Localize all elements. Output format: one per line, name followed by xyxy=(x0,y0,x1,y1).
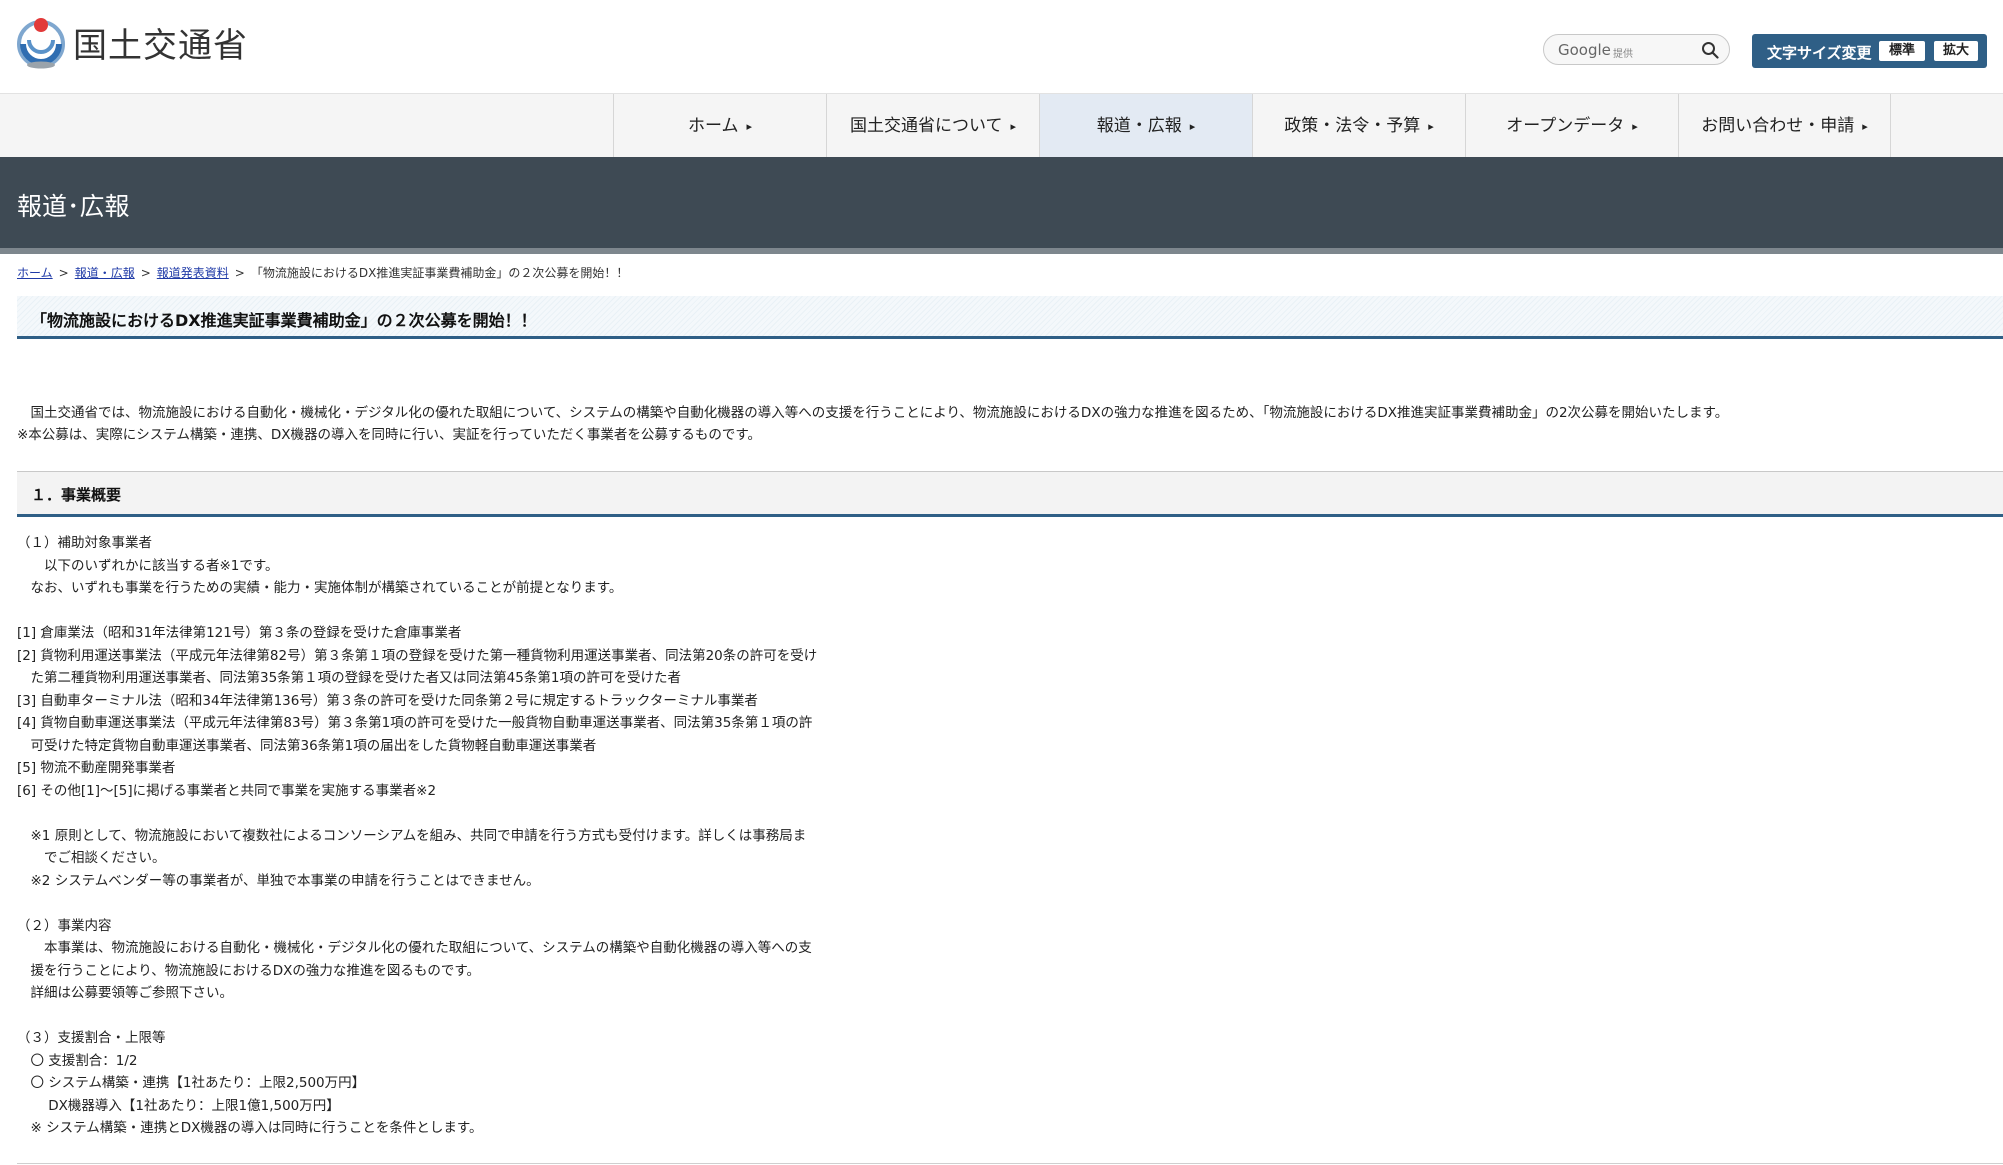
triangle-right-icon: ▸ xyxy=(1189,120,1196,133)
site-logo[interactable]: 国土交通省 xyxy=(17,14,248,70)
triangle-right-icon: ▸ xyxy=(1632,120,1638,133)
global-nav: ホーム ▸ 国土交通省について ▸ 報道・広報 ▸ 政策・法令・予算 ▸ オープンデータ… xyxy=(0,93,2003,158)
nav-item-policy[interactable]: 政策・法令・予算 ▸ xyxy=(1252,94,1465,158)
mlit-logo-icon xyxy=(17,18,65,69)
breadcrumb-link-home[interactable]: ホーム xyxy=(17,266,53,280)
font-size-standard-button[interactable]: 標準 xyxy=(1879,41,1925,61)
page-title-bar: 「物流施設におけるDX推進実証事業費補助金」の２次公募を開始！！ xyxy=(17,296,2003,339)
triangle-right-icon: ▸ xyxy=(1010,120,1017,133)
triangle-right-icon: ▸ xyxy=(1428,120,1434,133)
body-line: 可受けた特定貨物自動車運送事業者、同法第36条第1項の届出をした貨物軽自動車運送… xyxy=(17,737,597,754)
lead-paragraph: 国土交通省では、物流施設における自動化・機械化・デジタル化の優れた取組について、… xyxy=(17,402,1728,446)
breadcrumb-link-press[interactable]: 報道・広報 xyxy=(75,266,135,280)
body-line xyxy=(17,600,817,623)
triangle-right-icon: ▸ xyxy=(1862,120,1868,133)
font-size-switcher: 文字サイズ変更 標準 拡大 xyxy=(1752,34,1987,68)
body-line: 援を行うことにより、物流施設におけるDXの強力な推進を図るものです。 xyxy=(17,962,480,979)
body-line: 詳細は公募要領等ご参照下さい。 xyxy=(17,985,233,1001)
search-icon[interactable] xyxy=(1701,41,1719,59)
breadcrumb-separator: > xyxy=(140,266,151,280)
logo-text: 国土交通省 xyxy=(73,25,248,66)
body-line xyxy=(17,1005,817,1028)
body-line: た第二種貨物利用運送事業者、同法第35条第１項の登録を受けた者又は同法第45条第… xyxy=(17,670,681,686)
breadcrumb-separator: > xyxy=(234,266,245,280)
nav-item-press[interactable]: 報道・広報 ▸ xyxy=(1039,94,1252,158)
divider xyxy=(17,1163,2003,1164)
body-line: DX機器導入【1社あたり：上限1億1,500万円】 xyxy=(17,1097,340,1114)
body-line: [6] その他[1]～[5]に掲げる事業者と共同で事業を実施する事業者※2 xyxy=(17,782,437,799)
nav-item-about[interactable]: 国土交通省について ▸ xyxy=(826,94,1039,158)
body-line: [2] 貨物利用運送事業法（平成元年法律第82号）第３条第１項の登録を受けた第一… xyxy=(17,647,818,664)
nav-item-label: お問い合わせ・申請 xyxy=(1701,116,1855,136)
body-line: ※2 システムベンダー等の事業者が、単独で本事業の申請を行うことはできません。 xyxy=(17,872,540,889)
body-line: ※1 原則として、物流施設において複数社によるコンソーシアムを組み、共同で申請を… xyxy=(17,827,807,844)
nav-item-opendata[interactable]: オープンデータ ▸ xyxy=(1465,94,1678,158)
body-line: なお、いずれも事業を行うための実績・能力・実施体制が構築されていることが前提とな… xyxy=(17,580,623,596)
body-line: （３）支援割合・上限等 xyxy=(17,1030,166,1046)
body-line xyxy=(17,802,817,825)
page-title: 「物流施設におけるDX推進実証事業費補助金」の２次公募を開始！！ xyxy=(31,311,537,330)
body-line: でご相談ください。 xyxy=(17,850,166,866)
body-line: 〇 支援割合：1/2 xyxy=(17,1052,138,1069)
body-line xyxy=(17,892,817,915)
lead-line: 国土交通省では、物流施設における自動化・機械化・デジタル化の優れた取組について、… xyxy=(17,405,1729,421)
triangle-right-icon: ▸ xyxy=(746,120,753,133)
site-search-input[interactable]: Google 提供 xyxy=(1543,34,1730,65)
body-line: （１）補助対象事業者 xyxy=(17,535,152,551)
nav-item-home[interactable]: ホーム ▸ xyxy=(613,94,826,158)
body-line: 〇 システム構築・連携【1社あたり：上限2,500万円】 xyxy=(17,1075,366,1091)
section-heading: １．事業概要 xyxy=(17,471,2003,517)
nav-item-contact[interactable]: お問い合わせ・申請 ▸ xyxy=(1678,94,1891,158)
body-line: [1] 倉庫業法（昭和31年法律第121号）第３条の登録を受けた倉庫事業者 xyxy=(17,625,462,641)
business-overview-body: （１）補助対象事業者 以下のいずれかに該当する者※1です。 なお、いずれも事業を… xyxy=(17,532,817,1140)
breadcrumb-current: 「物流施設におけるDX推進実証事業費補助金」の２次公募を開始！！ xyxy=(250,266,629,280)
lead-line: ※本公募は、実際にシステム構築・連携、DX機器の導入を同時に行い、実証を行ってい… xyxy=(17,427,762,443)
google-provided-label: 提供 xyxy=(1613,49,1633,60)
nav-item-label: 報道・広報 xyxy=(1096,116,1182,136)
body-line: [3] 自動車ターミナル法（昭和34年法律第136号）第３条の許可を受けた同条第… xyxy=(17,692,758,709)
site-header: 国土交通省 Google 提供 文字サイズ変更 標準 拡大 xyxy=(0,0,2003,93)
nav-item-label: 政策・法令・予算 xyxy=(1284,116,1421,136)
body-line: [5] 物流不動産開発事業者 xyxy=(17,760,176,776)
breadcrumb-link-releases[interactable]: 報道発表資料 xyxy=(157,266,229,280)
body-line: 以下のいずれかに該当する者※1です。 xyxy=(17,557,279,574)
font-size-label: 文字サイズ変更 xyxy=(1767,44,1872,62)
breadcrumb: ホーム > 報道・広報 > 報道発表資料 > 「物流施設におけるDX推進実証事業費補助金」の… xyxy=(17,264,628,281)
font-size-large-button[interactable]: 拡大 xyxy=(1934,41,1978,61)
banner-title: 報道･広報 xyxy=(17,192,130,221)
body-line: [4] 貨物自動車運送事業法（平成元年法律第83号）第３条第1項の許可を受けた一… xyxy=(17,715,813,731)
nav-item-label: オープンデータ xyxy=(1506,116,1625,136)
body-line: （２）事業内容 xyxy=(17,917,112,934)
section-heading-text: １．事業概要 xyxy=(31,486,122,504)
body-line: ※ システム構築・連携とDX機器の導入は同時に行うことを条件とします。 xyxy=(17,1120,483,1136)
breadcrumb-separator: > xyxy=(58,266,69,280)
nav-item-label: ホーム xyxy=(687,116,739,136)
section-banner: 報道･広報 xyxy=(0,157,2003,254)
nav-item-label: 国土交通省について xyxy=(849,116,1003,136)
google-brand-label: Google xyxy=(1558,41,1611,59)
body-line: 本事業は、物流施設における自動化・機械化・デジタル化の優れた取組について、システ… xyxy=(17,940,812,956)
